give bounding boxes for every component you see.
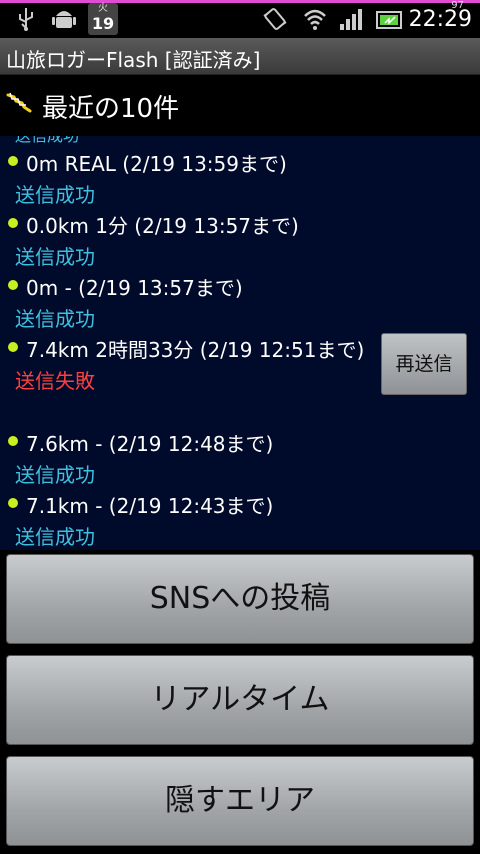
status-bar: 火 19 97 22:29 <box>0 0 480 38</box>
entry-status: 送信成功 <box>15 183 95 207</box>
resend-button[interactable]: 再送信 <box>381 333 467 395</box>
clock: 22:29 <box>408 7 472 32</box>
entry-status: 送信成功 <box>15 525 95 549</box>
battery-icon <box>376 6 404 34</box>
entry-summary: 7.6km - (2/19 12:48まで) <box>26 432 274 456</box>
entry-summary: 0m - (2/19 13:57まで) <box>26 276 243 300</box>
realtime-button[interactable]: リアルタイム <box>6 655 474 745</box>
entry-status: 送信成功 <box>15 463 95 487</box>
trail-logo-icon <box>6 92 32 113</box>
entry-summary: 0.0km 1分 (2/19 13:57まで) <box>26 214 299 238</box>
wifi-icon <box>302 6 328 34</box>
app-title: 山旅ロガーFlash [認証済み] <box>6 48 261 72</box>
bullet-icon <box>8 498 18 508</box>
recent-header: 最近の10件 <box>0 75 480 135</box>
bullet-icon <box>8 342 18 352</box>
sns-post-button[interactable]: SNSへの投稿 <box>6 554 474 644</box>
bullet-icon <box>8 156 18 166</box>
calendar-icon: 火 19 <box>88 3 118 35</box>
hide-area-button[interactable]: 隠すエリア <box>6 756 474 846</box>
bullet-icon <box>8 436 18 446</box>
notification-accent-line <box>0 0 480 3</box>
entry-status: 送信失敗 <box>15 369 95 393</box>
bullet-icon <box>8 218 18 228</box>
log-list[interactable]: 送信成功 0m REAL (2/19 13:59まで) 送信成功 0.0km 1… <box>0 136 480 550</box>
entry-status: 送信成功 <box>15 245 95 269</box>
calendar-day: 19 <box>91 14 115 33</box>
usb-icon <box>16 6 36 34</box>
vibrate-icon <box>262 6 288 34</box>
entry-summary: 7.4km 2時間33分 (2/19 12:51まで) <box>26 338 365 362</box>
recent-title: 最近の10件 <box>42 94 180 124</box>
entry-summary: 7.1km - (2/19 12:43まで) <box>26 494 274 518</box>
entry-summary: 0m REAL (2/19 13:59まで) <box>26 152 287 176</box>
partial-entry-status: 送信成功 <box>15 136 480 146</box>
entry-status: 送信成功 <box>15 307 95 331</box>
app-title-bar: 山旅ロガーFlash [認証済み] <box>0 38 480 75</box>
android-debug-icon <box>52 6 76 34</box>
bullet-icon <box>8 280 18 290</box>
signal-icon <box>338 6 364 34</box>
